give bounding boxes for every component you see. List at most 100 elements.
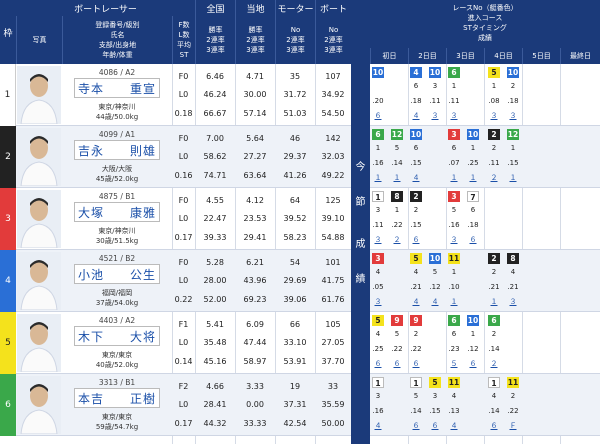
- racer-name-link[interactable]: 吉永 則雄: [74, 140, 160, 160]
- finish-result-link[interactable]: ３: [372, 297, 384, 307]
- finish-result-link[interactable]: ４: [429, 297, 441, 307]
- racer-name-link[interactable]: 本吉 正樹: [74, 388, 160, 408]
- st-timing[interactable]: .18: [410, 97, 422, 105]
- st-timing[interactable]: .25: [372, 345, 384, 353]
- finish-result-link[interactable]: ５: [448, 359, 460, 369]
- st-timing[interactable]: .14: [410, 407, 422, 415]
- st-timing[interactable]: .12: [467, 345, 479, 353]
- st-timing[interactable]: .21: [410, 283, 422, 291]
- st-timing[interactable]: .10: [448, 283, 460, 291]
- st-timing[interactable]: .22: [507, 407, 519, 415]
- finish-result-link[interactable]: ６: [488, 421, 500, 431]
- finish-result-link[interactable]: ３: [448, 111, 460, 121]
- course-entry[interactable]: 4: [410, 268, 422, 276]
- st-timing[interactable]: .20: [372, 97, 384, 105]
- course-entry[interactable]: 2: [507, 82, 519, 90]
- finish-result-link[interactable]: ４: [410, 297, 422, 307]
- st-timing[interactable]: .16: [372, 159, 384, 167]
- course-entry[interactable]: 1: [448, 268, 460, 276]
- course-entry[interactable]: 3: [429, 82, 441, 90]
- finish-result-link[interactable]: １: [448, 173, 460, 183]
- finish-result-link[interactable]: ４: [410, 111, 422, 121]
- finish-result-link[interactable]: ２: [488, 359, 500, 369]
- finish-result-link[interactable]: ６: [467, 235, 479, 245]
- st-timing[interactable]: .14: [488, 407, 500, 415]
- st-timing[interactable]: .21: [488, 283, 500, 291]
- finish-result-link[interactable]: ６: [429, 421, 441, 431]
- course-entry[interactable]: 1: [507, 144, 519, 152]
- st-timing[interactable]: .13: [448, 407, 460, 415]
- course-entry[interactable]: 5: [391, 330, 403, 338]
- course-entry[interactable]: 1: [372, 144, 384, 152]
- course-entry[interactable]: 2: [410, 330, 422, 338]
- course-entry[interactable]: 5: [391, 144, 403, 152]
- course-entry[interactable]: 1: [467, 330, 479, 338]
- st-timing[interactable]: .21: [507, 283, 519, 291]
- finish-result-link[interactable]: ３: [507, 111, 519, 121]
- st-timing[interactable]: .14: [488, 345, 500, 353]
- st-timing[interactable]: .08: [488, 97, 500, 105]
- finish-result-link[interactable]: １: [391, 173, 403, 183]
- finish-result-link[interactable]: ３: [488, 111, 500, 121]
- racer-name-link[interactable]: 大塚 康雅: [74, 202, 160, 222]
- st-timing[interactable]: .25: [467, 159, 479, 167]
- st-timing[interactable]: .07: [448, 159, 460, 167]
- finish-result-link[interactable]: ６: [410, 421, 422, 431]
- finish-result-link[interactable]: ２: [488, 173, 500, 183]
- st-timing[interactable]: .22: [410, 345, 422, 353]
- st-timing[interactable]: .14: [391, 159, 403, 167]
- course-entry[interactable]: 1: [467, 144, 479, 152]
- finish-result-link[interactable]: ６: [410, 235, 422, 245]
- st-timing[interactable]: .23: [448, 345, 460, 353]
- finish-result-link[interactable]: ４: [410, 173, 422, 183]
- course-entry[interactable]: 5: [429, 268, 441, 276]
- finish-result-link[interactable]: ６: [372, 111, 384, 121]
- course-entry[interactable]: 4: [507, 268, 519, 276]
- st-timing[interactable]: .22: [391, 221, 403, 229]
- course-entry[interactable]: 5: [448, 206, 460, 214]
- st-timing[interactable]: .15: [410, 221, 422, 229]
- course-entry[interactable]: 1: [448, 82, 460, 90]
- course-entry[interactable]: 4: [488, 392, 500, 400]
- st-timing[interactable]: .18: [507, 97, 519, 105]
- finish-result-link[interactable]: ６: [391, 359, 403, 369]
- finish-result-link[interactable]: ４: [372, 421, 384, 431]
- course-entry[interactable]: 3: [372, 392, 384, 400]
- finish-result-link[interactable]: ３: [429, 111, 441, 121]
- course-entry[interactable]: 6: [410, 82, 422, 90]
- course-entry[interactable]: 3: [429, 392, 441, 400]
- racer-name-link[interactable]: 小池 公生: [74, 264, 160, 284]
- st-timing[interactable]: .15: [410, 159, 422, 167]
- st-timing[interactable]: .05: [372, 283, 384, 291]
- finish-result-link[interactable]: １: [507, 173, 519, 183]
- finish-result-link[interactable]: １: [448, 297, 460, 307]
- finish-result-link[interactable]: １: [372, 173, 384, 183]
- st-timing[interactable]: .18: [467, 221, 479, 229]
- finish-result-link[interactable]: ６: [410, 359, 422, 369]
- st-timing[interactable]: .11: [448, 97, 460, 105]
- course-entry[interactable]: 2: [488, 268, 500, 276]
- course-entry[interactable]: 6: [448, 330, 460, 338]
- finish-result-link[interactable]: ４: [448, 421, 460, 431]
- course-entry[interactable]: 3: [372, 206, 384, 214]
- finish-result-link[interactable]: ３: [507, 297, 519, 307]
- finish-result-link[interactable]: ３: [448, 235, 460, 245]
- finish-result-link[interactable]: ６: [372, 359, 384, 369]
- course-entry[interactable]: 1: [391, 206, 403, 214]
- finish-result-link[interactable]: １: [488, 297, 500, 307]
- course-entry[interactable]: 2: [488, 144, 500, 152]
- course-entry[interactable]: 6: [410, 144, 422, 152]
- st-timing[interactable]: .16: [372, 407, 384, 415]
- course-entry[interactable]: 6: [448, 144, 460, 152]
- course-entry[interactable]: 4: [372, 268, 384, 276]
- course-entry[interactable]: 2: [488, 330, 500, 338]
- st-timing[interactable]: .11: [429, 97, 441, 105]
- racer-name-link[interactable]: 木下 大将: [74, 326, 160, 346]
- st-timing[interactable]: .16: [448, 221, 460, 229]
- st-timing[interactable]: .12: [429, 283, 441, 291]
- course-entry[interactable]: 4: [448, 392, 460, 400]
- finish-result-link[interactable]: Ｆ: [507, 421, 519, 431]
- st-timing[interactable]: .22: [391, 345, 403, 353]
- course-entry[interactable]: 4: [372, 330, 384, 338]
- course-entry[interactable]: 2: [507, 392, 519, 400]
